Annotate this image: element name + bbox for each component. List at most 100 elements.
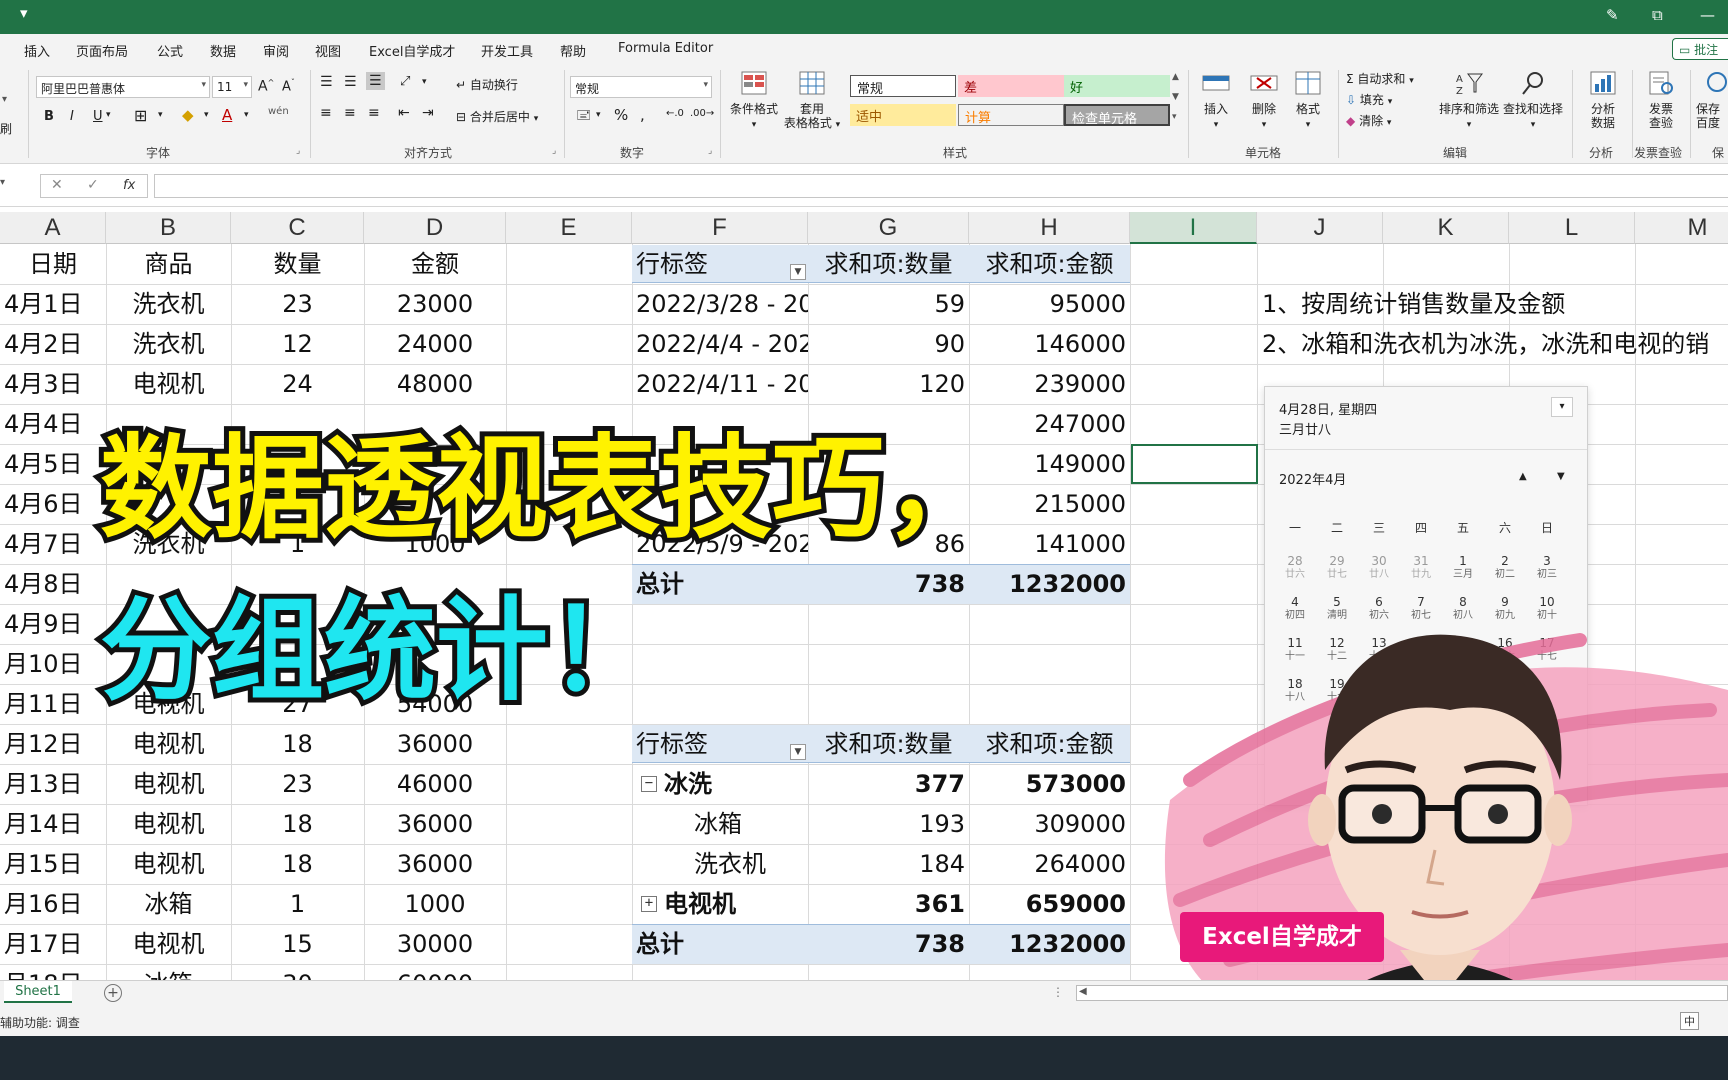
invoice-check-button[interactable]: 发票 查验 <box>1638 70 1684 130</box>
tab-review[interactable]: 审阅 <box>263 41 289 60</box>
pivot2-child-qty[interactable]: 193 <box>808 804 969 844</box>
increase-indent-icon[interactable]: ⇥ <box>422 105 434 121</box>
style-scroll-up-icon[interactable]: ▲ <box>1172 72 1179 82</box>
pivot1-filter-dropdown-icon[interactable]: ▼ <box>790 264 806 280</box>
format-cells-button[interactable]: 格式 ▾ <box>1288 70 1328 132</box>
date-cell[interactable]: 4月1日 <box>0 284 106 324</box>
quantity-cell[interactable]: 15 <box>231 924 364 964</box>
amount-cell[interactable]: 36000 <box>364 724 506 764</box>
pivot1-qty-header[interactable]: 求和项:数量 <box>808 244 969 284</box>
decrease-decimal-icon[interactable]: .00→ <box>690 108 714 119</box>
column-header-k[interactable]: K <box>1383 212 1509 244</box>
pivot2-total-label[interactable]: 总计 <box>632 924 808 964</box>
quantity-cell[interactable]: 18 <box>231 724 364 764</box>
amount-cell[interactable]: 24000 <box>364 324 506 364</box>
tab-view[interactable]: 视图 <box>315 41 341 60</box>
pivot1-week-label[interactable]: 2022/3/28 - 20 <box>632 284 808 324</box>
date-cell[interactable]: 4月8日 <box>0 564 106 604</box>
quick-access-dropdown-icon[interactable]: ▾ <box>20 4 28 22</box>
style-bad[interactable]: 差 <box>958 75 1064 97</box>
increase-font-icon[interactable]: A^ <box>258 78 274 95</box>
align-right-icon[interactable]: ≡ <box>368 105 380 121</box>
font-name-select[interactable]: 阿里巴巴普惠体 ▾ <box>36 76 210 98</box>
amount-cell[interactable]: 23000 <box>364 284 506 324</box>
style-calculation[interactable]: 计算 <box>958 104 1064 126</box>
decrease-indent-icon[interactable]: ⇤ <box>398 105 410 121</box>
date-cell[interactable]: 月11日 <box>0 684 106 724</box>
sheet-tab-sheet1[interactable]: Sheet1 <box>4 981 72 1003</box>
collapse-icon[interactable]: − <box>641 776 657 792</box>
confirm-icon[interactable]: ✓ <box>87 177 99 193</box>
date-cell[interactable]: 月10日 <box>0 644 106 684</box>
analyze-data-button[interactable]: 分析 数据 <box>1580 70 1626 130</box>
more-options-icon[interactable]: ⋮ <box>1052 985 1064 999</box>
ime-indicator[interactable]: 中 <box>1680 1012 1699 1030</box>
restore-icon[interactable]: ⧉ <box>1652 6 1663 24</box>
align-bottom-icon[interactable]: ☰ <box>366 72 385 90</box>
column-header-g[interactable]: G <box>808 212 969 244</box>
insert-cells-button[interactable]: 插入 ▾ <box>1196 70 1236 132</box>
quantity-cell[interactable]: 12 <box>231 324 364 364</box>
pivot2-group-qty[interactable]: 377 <box>808 764 969 804</box>
chevron-down-icon[interactable]: ▾ <box>2 94 7 105</box>
column-header-j[interactable]: J <box>1257 212 1383 244</box>
amount-cell[interactable]: 1000 <box>364 884 506 924</box>
tab-help[interactable]: 帮助 <box>560 41 586 60</box>
cancel-icon[interactable]: ✕ <box>51 177 63 193</box>
product-cell[interactable]: 电视机 <box>106 724 231 764</box>
chevron-down-icon[interactable]: ▾ <box>422 77 427 87</box>
underline-icon[interactable]: U <box>93 109 103 124</box>
date-cell[interactable]: 4月2日 <box>0 324 106 364</box>
date-cell[interactable]: 4月4日 <box>0 404 106 444</box>
amount-cell[interactable]: 36000 <box>364 844 506 884</box>
calendar-day[interactable]: 29 廿七 <box>1317 555 1357 581</box>
column-header-f[interactable]: F <box>632 212 808 244</box>
pen-icon[interactable]: ✎ <box>1606 6 1619 24</box>
decrease-font-icon[interactable]: Aˇ <box>282 78 295 94</box>
column-header-d[interactable]: D <box>364 212 506 244</box>
pivot2-child-qty[interactable]: 184 <box>808 844 969 884</box>
chevron-down-icon[interactable]: ▾ <box>596 110 601 120</box>
tab-formula-editor[interactable]: Formula Editor <box>618 41 713 56</box>
delete-cells-button[interactable]: 删除 ▾ <box>1244 70 1284 132</box>
pivot2-group-amount[interactable]: 573000 <box>969 764 1130 804</box>
tab-data[interactable]: 数据 <box>210 41 236 60</box>
fill-color-icon[interactable]: ◆ <box>182 106 194 124</box>
horizontal-scrollbar[interactable]: ◀ <box>1076 985 1728 1001</box>
note-line-2[interactable]: 2、冰箱和洗衣机为冰洗，冰洗和电视的销 <box>1258 324 1728 364</box>
calendar-day[interactable]: 28 廿六 <box>1275 555 1315 581</box>
pivot1-week-label[interactable]: 2022/4/4 - 202 <box>632 324 808 364</box>
minimize-icon[interactable]: — <box>1700 6 1715 24</box>
date-cell[interactable]: 4月6日 <box>0 484 106 524</box>
date-cell[interactable]: 4月5日 <box>0 444 106 484</box>
orientation-icon[interactable]: ⤢ <box>400 74 410 89</box>
calendar-prev-icon[interactable]: ▲ <box>1519 471 1527 482</box>
pivot2-row-labels-header[interactable]: 行标签 <box>632 724 808 764</box>
product-cell[interactable]: 洗衣机 <box>106 324 231 364</box>
column-header-h[interactable]: H <box>969 212 1130 244</box>
scroll-left-icon[interactable]: ◀ <box>1079 986 1087 997</box>
pivot2-total-qty[interactable]: 738 <box>808 924 969 964</box>
pivot1-total-qty[interactable]: 738 <box>808 564 969 604</box>
tab-formulas[interactable]: 公式 <box>157 41 183 60</box>
tab-insert[interactable]: 插入 <box>24 41 50 60</box>
dialog-launcher-icon[interactable]: ⌟ <box>296 146 300 156</box>
calendar-next-icon[interactable]: ▼ <box>1557 471 1565 482</box>
chevron-down-icon[interactable]: ▾ <box>106 110 111 120</box>
quantity-cell[interactable]: 1 <box>231 884 364 924</box>
column-header-m[interactable]: M <box>1635 212 1728 244</box>
align-middle-icon[interactable]: ☰ <box>344 74 357 90</box>
accessibility-status[interactable]: 辅助功能: 调查 <box>0 1014 80 1031</box>
column-header-b[interactable]: B <box>106 212 231 244</box>
date-cell[interactable]: 月14日 <box>0 804 106 844</box>
comma-style-icon[interactable]: , <box>640 106 645 124</box>
pivot2-group-amount[interactable]: 659000 <box>969 884 1130 924</box>
pivot2-qty-header[interactable]: 求和项:数量 <box>808 724 969 764</box>
pivot1-week-amount[interactable]: 146000 <box>969 324 1130 364</box>
pivot2-child-label[interactable]: 洗衣机 <box>690 844 808 884</box>
insert-function-icon[interactable]: fx <box>123 178 135 193</box>
italic-icon[interactable]: I <box>70 109 74 124</box>
pivot2-child-label[interactable]: 冰箱 <box>690 804 808 844</box>
product-cell[interactable]: 洗衣机 <box>106 284 231 324</box>
source-header-amount[interactable]: 金额 <box>364 244 506 284</box>
